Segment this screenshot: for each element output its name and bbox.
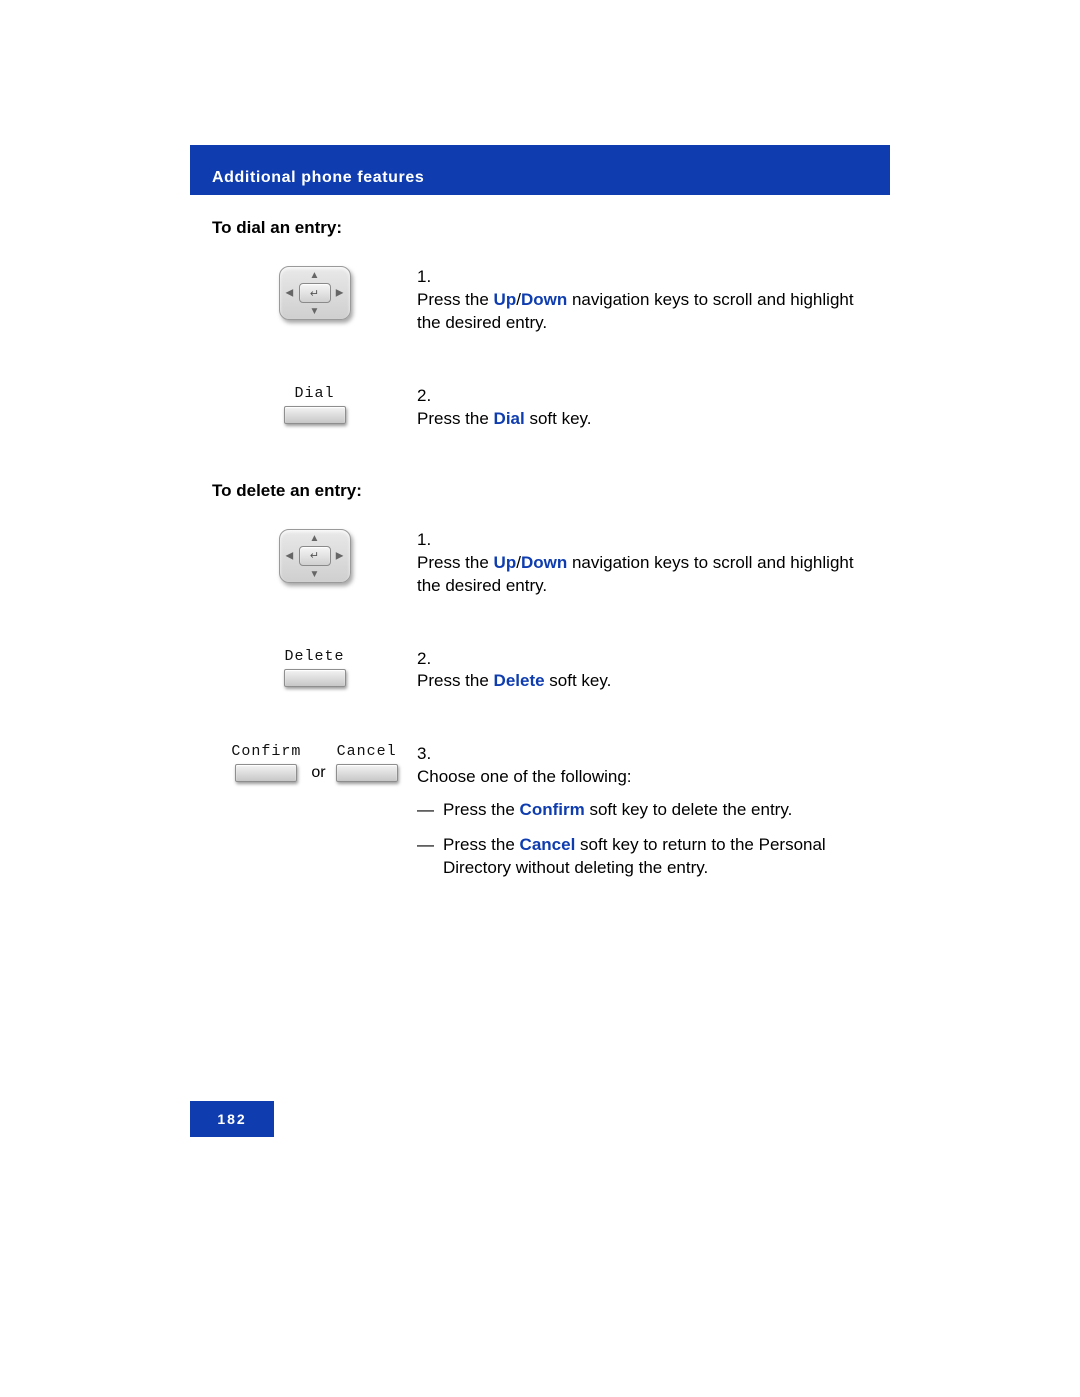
section-title-delete: To delete an entry: [212,481,890,501]
softkey-button-icon [284,406,346,424]
step-number: 2. [417,385,445,408]
highlight-down: Down [521,290,567,309]
step-text: 1. Press the Up/Down navigation keys to … [417,266,890,335]
page-body: To dial an entry: ▲ ▼ ◀ ▶ ↵ 1. Press the… [212,218,890,912]
step-number: 3. [417,743,445,766]
sub-text: Press the Confirm soft key to delete the… [443,799,792,822]
icon-column: ▲ ▼ ◀ ▶ ↵ [212,529,417,583]
navigation-key-icon: ▲ ▼ ◀ ▶ ↵ [279,266,351,320]
softkey-cancel: Cancel [336,743,398,782]
step-text: 2. Press the Dial soft key. [417,385,890,431]
softkey-confirm: Confirm [231,743,301,782]
highlight-cancel: Cancel [520,835,576,854]
sub-list: — Press the Confirm soft key to delete t… [417,799,858,880]
header-bar: Additional phone features [190,145,890,195]
step-number: 1. [417,529,445,552]
icon-column: ▲ ▼ ◀ ▶ ↵ [212,266,417,320]
document-page: Additional phone features To dial an ent… [0,0,1080,1397]
dash-icon: — [417,834,443,880]
step-text: 3. Choose one of the following: — Press … [417,743,890,892]
highlight-dial: Dial [494,409,525,428]
highlight-delete: Delete [494,671,545,690]
highlight-up: Up [494,290,517,309]
sub-item: — Press the Confirm soft key to delete t… [417,799,858,822]
sub-text: Press the Cancel soft key to return to t… [443,834,858,880]
left-arrow-icon: ◀ [286,288,294,299]
navigation-key-icon: ▲ ▼ ◀ ▶ ↵ [279,529,351,583]
enter-key-icon: ↵ [299,283,331,303]
header-title: Additional phone features [212,169,424,187]
step-content: Choose one of the following: — Press the… [417,766,858,892]
sub-item: — Press the Cancel soft key to return to… [417,834,858,880]
step-content: Press the Delete soft key. [417,670,858,693]
section-title-dial: To dial an entry: [212,218,890,238]
step-content: Press the Dial soft key. [417,408,858,431]
up-arrow-icon: ▲ [310,270,320,281]
step-number: 2. [417,648,445,671]
down-arrow-icon: ▼ [310,306,320,317]
step-row: Delete 2. Press the Delete soft key. [212,648,890,694]
softkey-label: Delete [284,648,344,665]
icon-column: Dial [212,385,417,424]
dash-icon: — [417,799,443,822]
step-text: 1. Press the Up/Down navigation keys to … [417,529,890,598]
step-text: 2. Press the Delete soft key. [417,648,890,694]
icon-column: Delete [212,648,417,687]
right-arrow-icon: ▶ [336,288,344,299]
highlight-confirm: Confirm [520,800,585,819]
down-arrow-icon: ▼ [310,569,320,580]
up-arrow-icon: ▲ [310,533,320,544]
softkey-dial: Dial [284,385,346,424]
step-row: Dial 2. Press the Dial soft key. [212,385,890,431]
softkey-label: Confirm [231,743,301,760]
highlight-down: Down [521,553,567,572]
right-arrow-icon: ▶ [336,550,344,561]
softkey-pair: Confirm or Cancel [231,743,397,782]
softkey-button-icon [336,764,398,782]
left-arrow-icon: ◀ [286,550,294,561]
step-number: 1. [417,266,445,289]
step-content: Press the Up/Down navigation keys to scr… [417,552,858,598]
icon-column: Confirm or Cancel [212,743,417,782]
softkey-button-icon [235,764,297,782]
step-row: ▲ ▼ ◀ ▶ ↵ 1. Press the Up/Down navigatio… [212,529,890,598]
page-number: 182 [190,1101,274,1137]
softkey-delete: Delete [284,648,346,687]
softkey-label: Dial [294,385,334,402]
step-content: Press the Up/Down navigation keys to scr… [417,289,858,335]
enter-key-icon: ↵ [299,546,331,566]
softkey-label: Cancel [337,743,397,760]
softkey-button-icon [284,669,346,687]
highlight-up: Up [494,553,517,572]
or-text: or [311,764,325,782]
step-row: ▲ ▼ ◀ ▶ ↵ 1. Press the Up/Down navigatio… [212,266,890,335]
step-row: Confirm or Cancel 3. Choose one of the f… [212,743,890,892]
